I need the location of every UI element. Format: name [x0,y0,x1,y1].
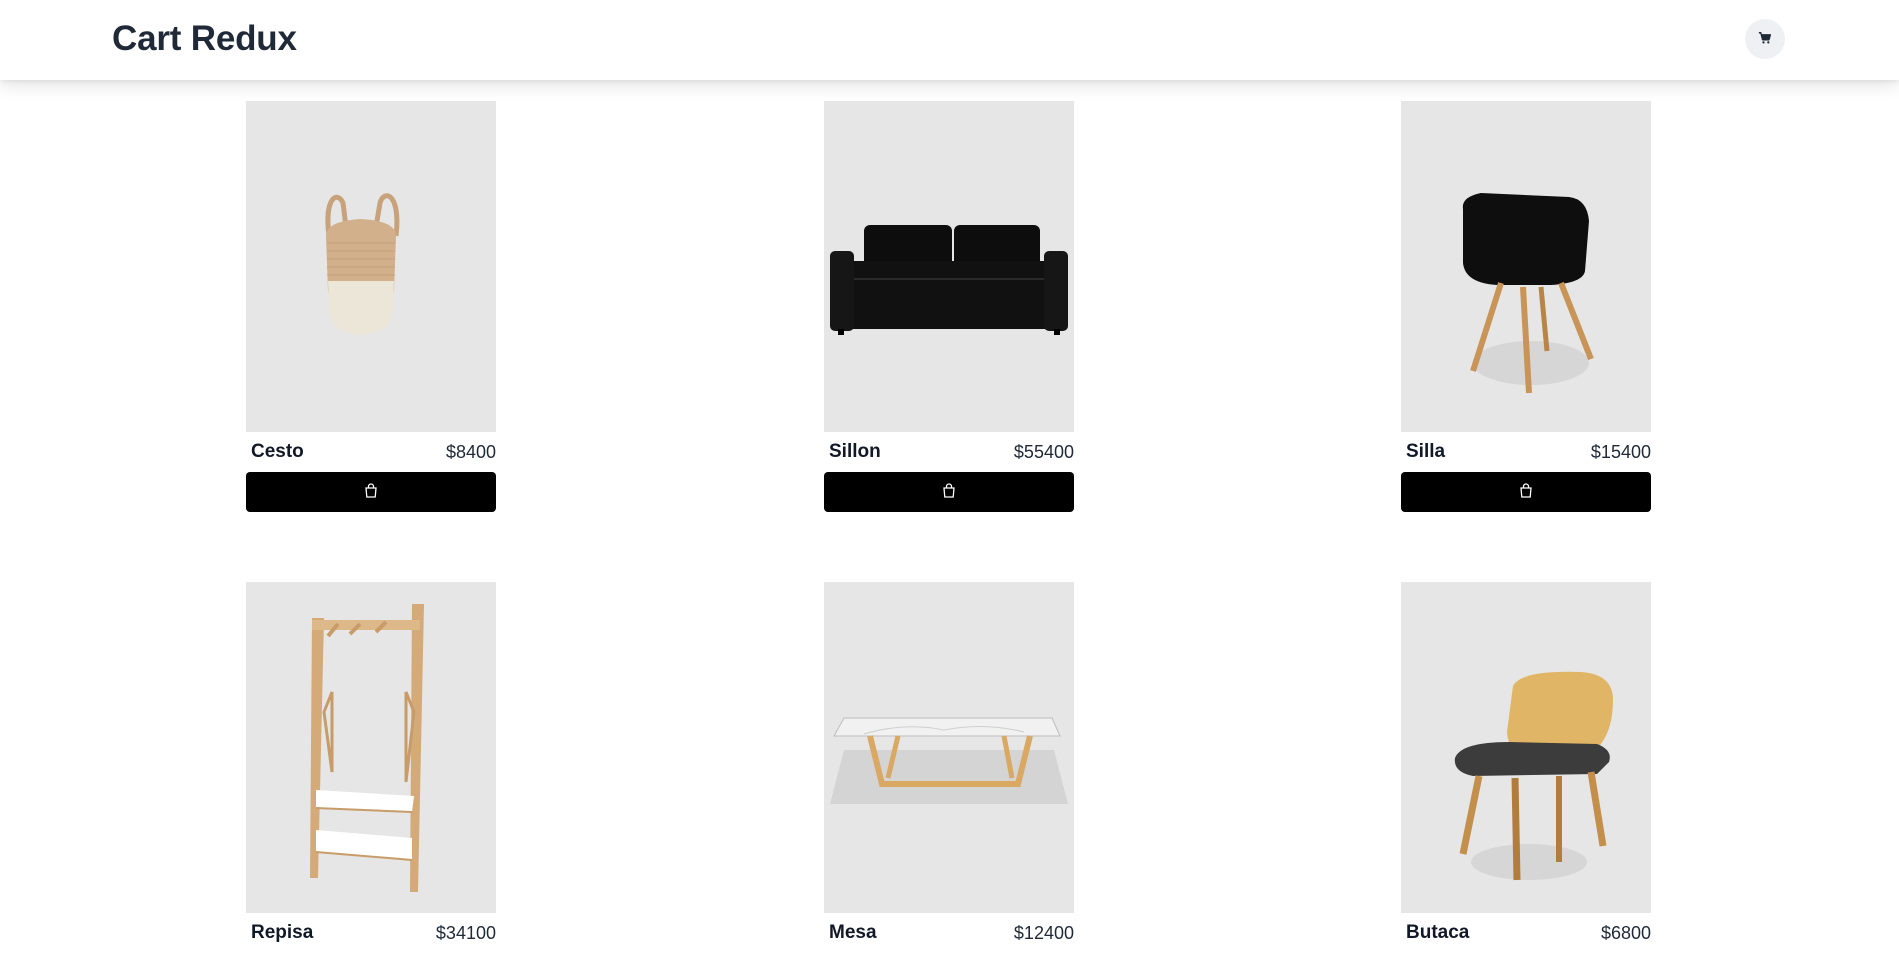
shopping-bag-icon [364,483,378,501]
product-card: Silla $15400 [1401,101,1651,512]
product-price: $6800 [1600,922,1651,943]
top-navbar: Cart Redux [0,0,1899,80]
product-image [824,101,1074,432]
product-info: Repisa $34100 [246,913,496,953]
product-name: Cesto [251,441,304,462]
product-card: Mesa $12400 [824,582,1074,953]
product-grid: Cesto $8400 Sillon $55400 Silla $15400 R… [0,0,1899,954]
product-name: Butaca [1406,922,1470,943]
product-info: Sillon $55400 [824,432,1074,472]
app-title: Cart Redux [112,19,297,58]
product-price: $55400 [1013,441,1074,462]
product-price: $8400 [445,441,496,462]
product-name: Repisa [251,922,314,943]
product-info: Butaca $6800 [1401,913,1651,953]
product-card: Butaca $6800 [1401,582,1651,953]
product-image [1401,101,1651,432]
shopping-cart-icon [1758,31,1772,48]
product-price: $15400 [1590,441,1651,462]
product-price: $34100 [435,922,496,943]
add-to-cart-button[interactable] [246,472,496,512]
cart-button[interactable] [1745,19,1785,59]
product-image [1401,582,1651,913]
product-card: Repisa $34100 [246,582,496,953]
product-image [246,582,496,913]
add-to-cart-button[interactable] [824,472,1074,512]
product-price: $12400 [1013,922,1074,943]
product-card: Sillon $55400 [824,101,1074,512]
product-name: Sillon [829,441,881,462]
product-image [824,582,1074,913]
product-info: Silla $15400 [1401,432,1651,472]
product-info: Mesa $12400 [824,913,1074,953]
product-name: Mesa [829,922,877,943]
shopping-bag-icon [1519,483,1533,501]
product-image [246,101,496,432]
product-name: Silla [1406,441,1446,462]
product-info: Cesto $8400 [246,432,496,472]
shopping-bag-icon [942,483,956,501]
add-to-cart-button[interactable] [1401,472,1651,512]
product-card: Cesto $8400 [246,101,496,512]
